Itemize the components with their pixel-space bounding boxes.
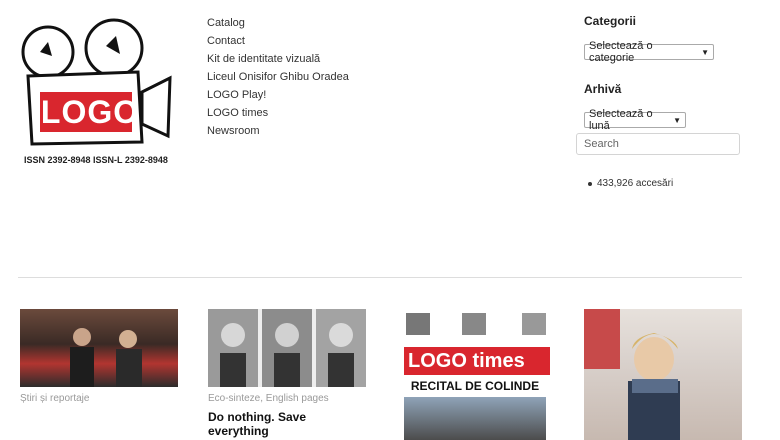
- sidebar: Categorii Selectează o categorie ▼ Arhiv…: [584, 14, 744, 132]
- archive-heading: Arhivă: [584, 82, 622, 96]
- menu-item-logo-play[interactable]: LOGO Play!: [207, 86, 349, 104]
- section-divider: [18, 277, 742, 278]
- search-input[interactable]: Search: [576, 133, 740, 155]
- bullet-icon: [588, 181, 592, 186]
- logo-wordmark: LOGO: [40, 93, 140, 130]
- primary-menu: Catalog Contact Kit de identitate vizual…: [207, 14, 349, 140]
- menu-item-visual-kit[interactable]: Kit de identitate vizuală: [207, 50, 349, 68]
- site-logo[interactable]: LOGO: [18, 12, 178, 154]
- post-card[interactable]: LOGO times RECITAL DE COLINDE: [404, 309, 562, 440]
- chevron-down-icon: ▼: [673, 115, 681, 125]
- menu-item-newsroom[interactable]: Newsroom: [207, 122, 349, 140]
- post-thumbnail[interactable]: [20, 309, 178, 387]
- post-title[interactable]: Do nothing. Save everything: [208, 410, 366, 438]
- archive-select[interactable]: Selectează o lună ▼: [584, 108, 686, 132]
- categories-select[interactable]: Selectează o categorie ▼: [584, 40, 714, 64]
- newspaper-subtitle: RECITAL DE COLINDE: [410, 379, 540, 393]
- issn-label: ISSN 2392-8948 ISSN-L 2392-8948: [24, 155, 168, 165]
- post-card[interactable]: Știri și reportaje: [20, 309, 178, 404]
- post-category[interactable]: Eco-sinteze, English pages: [208, 393, 366, 404]
- post-thumbnail[interactable]: LOGO times RECITAL DE COLINDE: [404, 309, 562, 440]
- menu-item-contact[interactable]: Contact: [207, 32, 349, 50]
- categories-select-value: Selectează o categorie: [589, 40, 653, 64]
- chevron-down-icon: ▼: [701, 47, 709, 57]
- girl-photo-icon: [584, 309, 680, 440]
- categories-heading: Categorii: [584, 14, 637, 28]
- choir-photo-icon: [404, 397, 546, 440]
- visit-counter: 433,926 accesări: [588, 178, 673, 189]
- newspaper-title: LOGO times: [404, 347, 550, 375]
- menu-item-logo-times[interactable]: LOGO times: [207, 104, 349, 122]
- menu-item-school[interactable]: Liceul Onisifor Ghibu Oradea: [207, 68, 349, 86]
- post-card[interactable]: [584, 309, 742, 440]
- visit-count: 433,926 accesări: [597, 178, 674, 189]
- people-photo-icon: [70, 328, 142, 387]
- search-placeholder: Search: [584, 138, 619, 150]
- menu-item-catalog[interactable]: Catalog: [207, 14, 349, 32]
- archive-select-value: Selectează o lună: [589, 108, 653, 132]
- post-card[interactable]: Eco-sinteze, English pages Do nothing. S…: [208, 309, 366, 438]
- post-thumbnail[interactable]: [584, 309, 742, 440]
- post-category[interactable]: Știri și reportaje: [20, 393, 178, 404]
- post-thumbnail[interactable]: [208, 309, 366, 387]
- camera-logo-icon: [21, 18, 172, 146]
- newspaper-header-icon: [406, 313, 546, 335]
- three-faces-photo-icon: [208, 309, 366, 387]
